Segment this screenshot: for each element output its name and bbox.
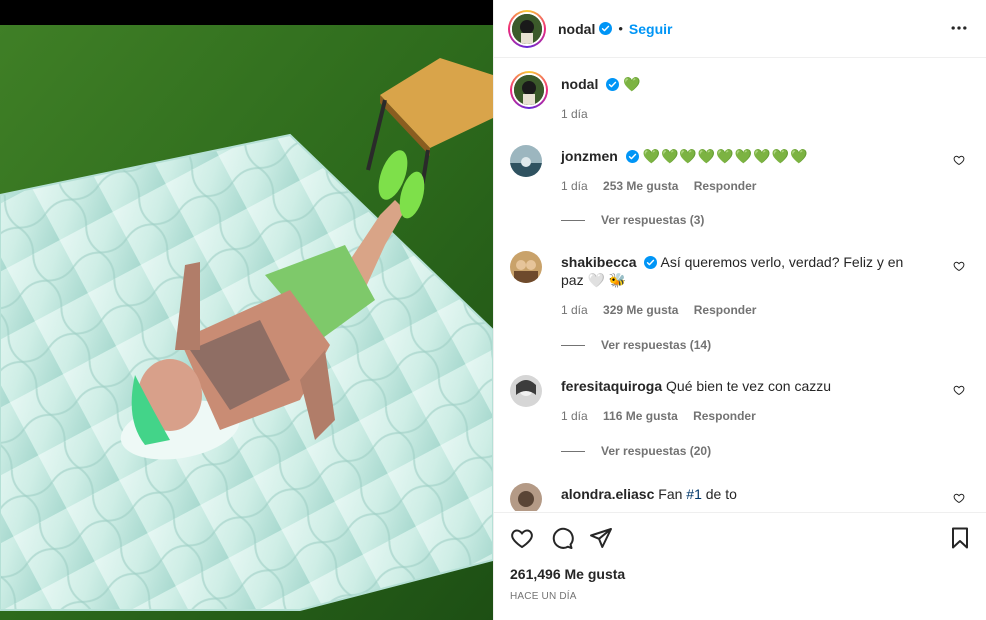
caption-body: nodal 💚 — [561, 75, 921, 93]
commenter-avatar[interactable] — [510, 145, 542, 177]
comment-like-icon[interactable] — [953, 384, 965, 396]
author-avatar[interactable] — [508, 9, 546, 48]
reply-button[interactable]: Responder — [693, 409, 756, 423]
replies-divider — [561, 450, 585, 452]
comment-hashtag[interactable]: #1 — [686, 486, 702, 502]
share-icon[interactable] — [589, 526, 613, 550]
view-replies-button[interactable]: Ver respuestas (20) — [561, 444, 711, 458]
post-image — [0, 0, 493, 620]
post-photo[interactable] — [0, 0, 493, 620]
post-actions — [494, 512, 986, 549]
commenter-username[interactable]: jonzmen — [561, 148, 618, 164]
comment-body: shakibecca Así queremos verlo, verdad? F… — [561, 253, 921, 289]
author-avatar-image — [510, 11, 544, 46]
comment-likes[interactable]: 329 Me gusta — [603, 303, 678, 317]
author-username[interactable]: nodal — [558, 21, 595, 37]
verified-badge-icon — [625, 150, 639, 163]
comment-body: feresitaquiroga Qué bien te vez con cazz… — [561, 377, 921, 395]
commenter-avatar[interactable] — [510, 375, 542, 407]
caption-avatar-image — [512, 73, 546, 107]
caption-author-avatar[interactable] — [510, 71, 548, 109]
caption-meta: 1 día — [561, 107, 600, 121]
verified-badge-icon — [644, 256, 658, 269]
commenter-username[interactable]: shakibecca — [561, 254, 637, 270]
replies-divider — [561, 344, 585, 346]
post-timestamp[interactable]: HACE UN DÍA — [510, 591, 577, 602]
verified-badge-icon — [606, 78, 620, 91]
view-replies-label: Ver respuestas (20) — [601, 444, 712, 458]
heart-icon[interactable] — [510, 526, 534, 550]
view-replies-label: Ver respuestas (3) — [601, 213, 705, 227]
separator-dot: • — [618, 21, 623, 36]
post-header: nodal • Seguir — [494, 0, 986, 58]
verified-badge-icon — [599, 22, 613, 35]
commenter-avatar[interactable] — [510, 483, 542, 511]
comment-text: Qué bien te vez con cazzu — [666, 378, 832, 394]
comment-likes[interactable]: 116 Me gusta — [603, 409, 678, 423]
caption-text: 💚 — [623, 76, 642, 92]
comment-time: 1 día — [561, 179, 588, 193]
comments-list[interactable]: nodal 💚 1 día jonzmen 💚💚💚💚💚💚💚💚💚 1 día 25… — [494, 59, 986, 511]
comment-time: 1 día — [561, 409, 588, 423]
reply-button[interactable]: Responder — [694, 303, 757, 317]
comment-likes[interactable]: 253 Me gusta — [603, 179, 678, 193]
view-replies-label: Ver respuestas (14) — [601, 338, 712, 352]
commenter-username[interactable]: feresitaquiroga — [561, 378, 662, 394]
comment-text: Fan — [658, 486, 683, 502]
commenter-username[interactable]: alondra.eliasc — [561, 486, 654, 502]
replies-divider — [561, 219, 585, 221]
bookmark-icon[interactable] — [948, 526, 972, 550]
comment-time: 1 día — [561, 303, 588, 317]
reply-button[interactable]: Responder — [694, 179, 757, 193]
comment-icon[interactable] — [550, 526, 574, 550]
comment-like-icon[interactable] — [953, 492, 965, 504]
view-replies-button[interactable]: Ver respuestas (3) — [561, 213, 704, 227]
instagram-post-modal: nodal • Seguir nodal 💚 1 día jonzmen 💚💚💚… — [0, 0, 986, 620]
comment-meta: 1 día 116 Me gusta Responder — [561, 409, 768, 423]
comment-like-icon[interactable] — [953, 260, 965, 272]
caption-time: 1 día — [561, 107, 588, 121]
comment-text-after: de to — [705, 486, 737, 502]
follow-button[interactable]: Seguir — [629, 21, 673, 37]
comment-text: 💚💚💚💚💚💚💚💚💚 — [642, 148, 809, 164]
comment-like-icon[interactable] — [953, 154, 965, 166]
comment-body: jonzmen 💚💚💚💚💚💚💚💚💚 — [561, 147, 921, 165]
comment-meta: 1 día 253 Me gusta Responder — [561, 179, 768, 193]
caption-username[interactable]: nodal — [561, 76, 598, 92]
comment-body: alondra.eliasc Fan #1 de to — [561, 485, 921, 503]
post-details-panel: nodal • Seguir nodal 💚 1 día jonzmen 💚💚💚… — [493, 0, 986, 620]
more-options-icon[interactable] — [949, 18, 969, 38]
commenter-avatar[interactable] — [510, 251, 542, 283]
view-replies-button[interactable]: Ver respuestas (14) — [561, 338, 711, 352]
comment-meta: 1 día 329 Me gusta Responder — [561, 303, 768, 317]
likes-count[interactable]: 261,496 Me gusta — [510, 566, 625, 582]
